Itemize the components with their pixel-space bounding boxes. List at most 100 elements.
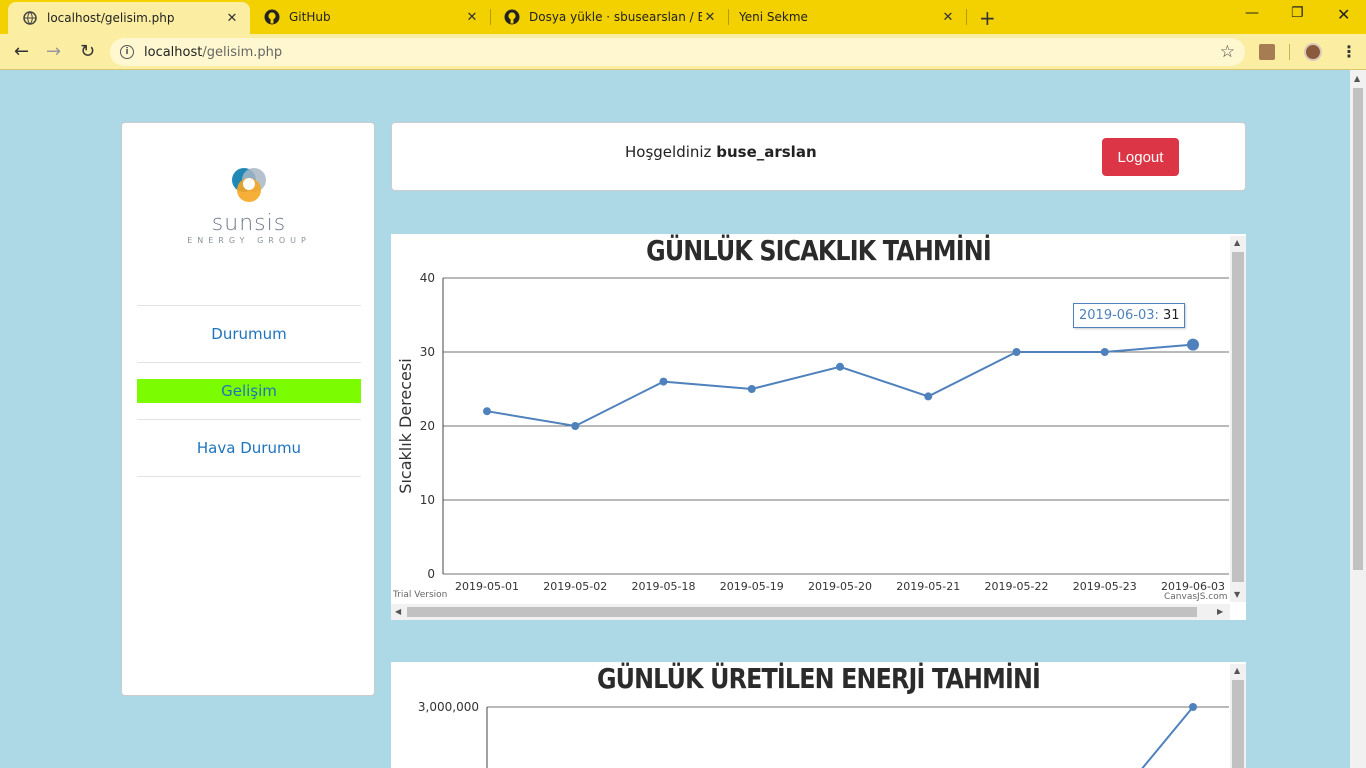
github-icon (264, 9, 280, 25)
close-icon[interactable]: ✕ (224, 11, 240, 26)
avatar[interactable] (1304, 43, 1322, 61)
data-point (1189, 703, 1197, 711)
tab-dosya-yukle[interactable]: Dosya yükle · sbusearslan / Enerji ✕ (490, 0, 728, 34)
canvasjs-credit: CanvasJS.com (1164, 592, 1228, 602)
data-point (571, 422, 580, 430)
x-tick-label: 2019-05-19 (720, 580, 784, 593)
data-point (836, 362, 844, 371)
sunsis-logo-icon (232, 168, 266, 202)
y-tick-label: 30 (420, 345, 435, 359)
data-point (483, 407, 491, 416)
x-tick-label: 2019-05-01 (455, 580, 519, 593)
chart-vertical-scrollbar[interactable]: ▲ (1230, 664, 1246, 768)
url-path: /gelisim.php (202, 44, 283, 60)
close-icon[interactable]: ✕ (702, 10, 718, 25)
brand-name: sunsis (211, 211, 287, 236)
x-tick-label: 2019-05-20 (808, 580, 872, 593)
temperature-chart-card: GÜNLÜK SICAKLIK TAHMİNİ 0 10 20 30 40 Sıcaklı… (391, 234, 1246, 620)
y-tick-label: 10 (420, 493, 435, 507)
globe-icon (22, 10, 38, 26)
brand-subtitle: ENERGY GROUP (187, 236, 311, 245)
chart-horizontal-scrollbar[interactable]: ◀ ▶ (391, 604, 1230, 620)
y-tick-label: 3,000,000 (418, 700, 479, 714)
username: buse_arslan (716, 143, 817, 161)
temperature-chart: 0 10 20 30 40 Sıcaklık Derecesi 2019-05-01 2019… (396, 271, 1229, 593)
scroll-down-icon[interactable]: ▼ (1234, 590, 1240, 599)
tooltip-value: 31 (1162, 308, 1180, 323)
scrollbar-thumb[interactable] (407, 607, 1197, 617)
data-point (1100, 348, 1109, 356)
welcome-text: Hoşgeldiniz buse_arslan (625, 143, 817, 161)
tab-gelisim[interactable]: localhost/gelisim.php ✕ (8, 2, 250, 34)
welcome-label: Hoşgeldiniz (625, 143, 712, 161)
back-arrow-icon[interactable]: ← (14, 41, 29, 62)
browser-tabbar: localhost/gelisim.php ✕ GitHub ✕ Dosya y… (0, 0, 1366, 34)
url-text: localhost/gelisim.php (144, 45, 282, 60)
scroll-up-icon[interactable]: ▲ (1234, 238, 1240, 247)
y-tick-label: 20 (420, 419, 435, 433)
tab-github[interactable]: GitHub ✕ (250, 0, 490, 34)
data-point (1187, 338, 1199, 351)
toolbar-separator (1289, 44, 1290, 60)
y-tick-label: 0 (427, 567, 435, 581)
tab-title: Yeni Sekme (739, 10, 808, 24)
sidebar-item-durumum[interactable]: Durumum (137, 306, 361, 362)
sidebar: sunsis ENERGY GROUP Durumum Gelişim Hava… (121, 122, 375, 696)
forward-arrow-icon[interactable]: → (46, 41, 61, 62)
page-viewport: sunsis ENERGY GROUP Durumum Gelişim Hava… (0, 70, 1350, 768)
sidebar-item-label: Gelişim (137, 379, 361, 403)
new-tab-plus-icon[interactable]: + (979, 6, 996, 30)
energy-chart-card: GÜNLÜK ÜRETİLEN ENERJİ TAHMİNİ 3,000,000… (391, 662, 1246, 768)
series-line (1141, 706, 1194, 768)
divider (137, 476, 361, 477)
y-tick-label: 40 (420, 271, 435, 285)
tab-title: Dosya yükle · sbusearslan / Enerji (529, 10, 702, 24)
info-icon[interactable]: i (120, 45, 134, 59)
energy-chart: 3,000,000 (418, 700, 1229, 768)
series-line (486, 343, 1194, 428)
x-tick-label: 2019-05-21 (896, 580, 960, 593)
x-tick-label: 2019-05-23 (1073, 580, 1137, 593)
chart-vertical-scrollbar[interactable]: ▲ ▼ (1230, 236, 1246, 602)
sidebar-item-gelisim[interactable]: Gelişim (137, 363, 361, 419)
bookmark-star-icon[interactable]: ☆ (1220, 42, 1235, 62)
scroll-up-icon[interactable]: ▲ (1234, 666, 1240, 675)
y-axis-label: Sıcaklık Derecesi (396, 358, 415, 493)
tooltip-label: 2019-06-03: (1079, 308, 1159, 323)
sidebar-item-label: Hava Durumu (196, 439, 302, 457)
url-host: localhost (144, 44, 203, 60)
scrollbar-thumb[interactable] (1353, 88, 1363, 570)
scroll-right-icon[interactable]: ▶ (1217, 607, 1223, 616)
page-vertical-scrollbar[interactable]: ▲ (1350, 70, 1366, 768)
scroll-up-icon[interactable]: ▲ (1354, 74, 1360, 83)
scrollbar-thumb[interactable] (1232, 252, 1244, 582)
data-point (659, 377, 668, 386)
sidebar-item-label: Durumum (211, 325, 287, 343)
close-icon[interactable]: ✕ (940, 10, 956, 25)
trial-version-label: Trial Version (393, 590, 448, 600)
github-icon (504, 9, 520, 25)
tab-separator (966, 9, 967, 25)
close-icon[interactable]: ✕ (464, 10, 480, 25)
menu-dots-icon[interactable]: ⋮ (1341, 42, 1357, 61)
sidebar-item-hava-durumu[interactable]: Hava Durumu (137, 420, 361, 476)
window-close-icon[interactable]: ✕ (1337, 5, 1350, 24)
tab-title: GitHub (289, 10, 331, 24)
scroll-left-icon[interactable]: ◀ (395, 607, 401, 616)
logout-button[interactable]: Logout (1102, 138, 1179, 176)
x-tick-label: 2019-05-22 (985, 580, 1049, 593)
reload-icon[interactable]: ↻ (80, 41, 95, 62)
scrollbar-thumb[interactable] (1232, 680, 1244, 768)
address-bar[interactable]: i localhost/gelisim.php ☆ (110, 38, 1245, 66)
restore-icon[interactable]: ❐ (1291, 5, 1304, 21)
tab-title: localhost/gelisim.php (47, 11, 175, 25)
minimize-icon[interactable]: — (1245, 5, 1259, 21)
data-point (924, 392, 933, 401)
brand-logo: sunsis ENERGY GROUP (122, 163, 376, 245)
x-tick-label: 2019-05-02 (543, 580, 607, 593)
tab-yeni-sekme[interactable]: Yeni Sekme ✕ (728, 0, 966, 34)
x-tick-label: 2019-05-18 (632, 580, 696, 593)
browser-toolbar: ← → ↻ i localhost/gelisim.php ☆ (0, 34, 1366, 70)
pdf-extension-icon[interactable] (1259, 44, 1275, 60)
data-point (747, 385, 756, 393)
